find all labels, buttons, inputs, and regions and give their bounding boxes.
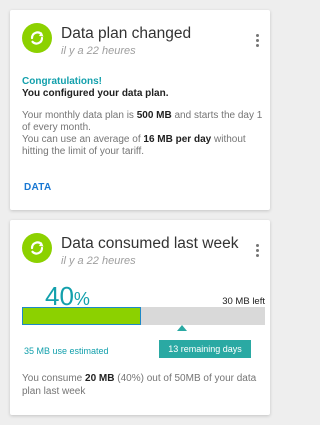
refresh-icon <box>22 23 52 53</box>
mb-left-label: 30 MB left <box>222 296 265 307</box>
today-marker <box>177 325 187 331</box>
consumption-summary: You consume 20 MB (40%) out of 50MB of y… <box>22 373 257 397</box>
more-options-icon[interactable] <box>254 34 260 50</box>
more-options-icon[interactable] <box>254 244 260 260</box>
data-consumed-card[interactable]: Data consumed last week il y a 22 heures… <box>10 220 270 415</box>
daily-average: 16 MB per day <box>143 134 212 145</box>
card-timestamp: il y a 22 heures <box>61 45 136 57</box>
card-timestamp: il y a 22 heures <box>61 255 136 267</box>
estimated-use-label: 35 MB use estimated <box>24 346 109 356</box>
data-link-button[interactable]: DATA <box>24 182 52 193</box>
refresh-icon <box>22 233 52 263</box>
configured-message: You configured your data plan. <box>22 88 169 99</box>
usage-progress-fill <box>22 307 141 325</box>
card-title: Data consumed last week <box>61 235 239 252</box>
congrats-heading: Congratulations! <box>22 76 102 87</box>
usage-progress-bar <box>22 307 265 325</box>
plan-size: 500 MB <box>136 110 172 121</box>
consumed-amount: 20 MB <box>85 373 115 384</box>
card-title: Data plan changed <box>61 25 192 42</box>
plan-description: Your monthly data plan is 500 MB and sta… <box>22 110 263 157</box>
remaining-days-badge: 13 remaining days <box>159 340 251 358</box>
data-plan-changed-card[interactable]: Data plan changed il y a 22 heures Congr… <box>10 10 270 210</box>
